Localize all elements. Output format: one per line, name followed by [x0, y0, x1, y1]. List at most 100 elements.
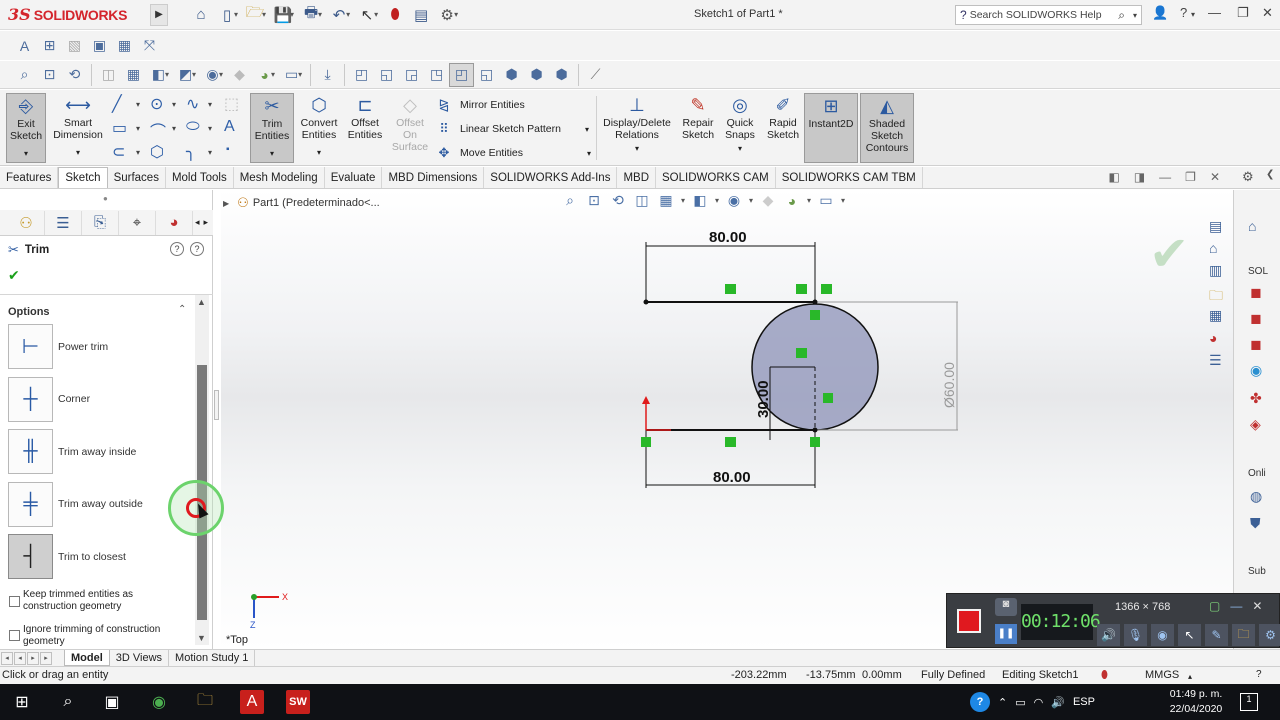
- line-caret-icon[interactable]: ▾: [136, 100, 140, 109]
- convert-caret-icon[interactable]: ▾: [317, 147, 321, 159]
- text-icon[interactable]: A: [224, 118, 235, 136]
- relation-marker-icon[interactable]: [796, 284, 807, 294]
- property-manager-tab-icon[interactable]: ☰: [45, 210, 82, 235]
- ok-check-icon[interactable]: ✔: [8, 267, 20, 284]
- search-icon[interactable]: ⌕: [1118, 8, 1125, 23]
- tile-right-icon[interactable]: ◨: [1134, 170, 1145, 184]
- confirmation-corner-check-icon[interactable]: ✔: [1149, 226, 1189, 282]
- wifi-icon[interactable]: ◠: [1034, 696, 1044, 709]
- tab-solidworks-add-ins[interactable]: SOLIDWORKS Add-Ins: [484, 167, 618, 188]
- repair-sketch-button[interactable]: ✎ Repair Sketch: [677, 93, 719, 163]
- panel-splitter[interactable]: [213, 190, 221, 650]
- file-properties-icon[interactable]: ▤: [408, 3, 434, 27]
- sketch-canvas[interactable]: 80.00 80.00 30.00 Ø60.00 X Z: [221, 190, 1233, 650]
- new-document-caret-icon[interactable]: ▾: [234, 10, 238, 19]
- diameter-dimension[interactable]: Ø60.00: [941, 362, 957, 408]
- tabs-scroll-right-icon[interactable]: ▸: [204, 217, 209, 228]
- user-account-icon[interactable]: 👤: [1152, 5, 1168, 21]
- appearances-icon[interactable]: ◕: [1209, 330, 1217, 346]
- display-delete-relations-button[interactable]: ⊥ Display/Delete Relations ▾: [601, 93, 673, 163]
- tangent-relation-icon[interactable]: [821, 284, 832, 294]
- top-view-icon[interactable]: ◰: [449, 62, 475, 87]
- taskbar-search-icon[interactable]: ⌕: [56, 690, 80, 714]
- bottom-width-dimension[interactable]: 80.00: [713, 469, 751, 486]
- doc-minimize-icon[interactable]: —: [1159, 170, 1171, 184]
- horizontal-relation-icon[interactable]: [725, 284, 736, 294]
- windows-start-icon[interactable]: ⊞: [10, 690, 34, 714]
- help-caret-icon[interactable]: ▾: [1191, 10, 1195, 19]
- home-icon[interactable]: ⌂: [188, 3, 214, 27]
- offset-entities-button[interactable]: ⊏ Offset Entities: [343, 93, 387, 163]
- edit-appearance-icon[interactable]: ◆: [227, 63, 252, 87]
- move-caret-icon[interactable]: ▾: [587, 149, 591, 158]
- whats-new-icon[interactable]: ?: [170, 242, 184, 256]
- tp-globe-icon[interactable]: ◍: [1250, 488, 1262, 505]
- folder-icon[interactable]: 🗀: [1232, 624, 1255, 646]
- block-icon[interactable]: ▣: [87, 34, 112, 58]
- apply-scene-caret-icon[interactable]: ▾: [271, 70, 275, 79]
- circle-caret-icon[interactable]: ▾: [172, 100, 176, 109]
- configuration-manager-tab-icon[interactable]: ⎘: [82, 210, 119, 235]
- trim-entities-button[interactable]: ✂ Trim Entities ▾: [250, 93, 294, 163]
- coincident-bottom-icon[interactable]: [810, 437, 820, 447]
- trim-caret-icon[interactable]: ▾: [270, 148, 274, 160]
- cursor-icon[interactable]: ↖: [1178, 624, 1201, 646]
- doc-restore-icon[interactable]: ❐: [1185, 170, 1196, 184]
- line-icon[interactable]: ╱: [112, 94, 122, 114]
- first-tab-icon[interactable]: ◂: [1, 651, 13, 665]
- taskbar-clock[interactable]: 01:49 p. m. 22/04/2020: [1168, 687, 1224, 717]
- previous-view-icon[interactable]: ⟲: [62, 63, 87, 87]
- check-sketch-icon[interactable]: ▦: [112, 34, 137, 58]
- speaker-icon[interactable]: 🔊: [1097, 624, 1120, 646]
- vertical-relation-icon[interactable]: [823, 393, 833, 403]
- smart-dimension-caret-icon[interactable]: ▾: [76, 147, 80, 159]
- tabs-scroll-left-icon[interactable]: ◂: [195, 217, 200, 228]
- record-stop-button[interactable]: [957, 609, 981, 633]
- tp-red-cube-icon-2[interactable]: ◼: [1250, 310, 1262, 327]
- help-search-box[interactable]: ? Search SOLIDWORKS Help ⌕ ▾: [955, 5, 1142, 25]
- exit-sketch-button[interactable]: ⎆ Exit Sketch ▾: [6, 93, 46, 163]
- hide-show-caret-icon[interactable]: ▾: [219, 70, 223, 79]
- scale-sketch-icon[interactable]: ⤧: [137, 34, 162, 58]
- power-trim-button[interactable]: ⊢: [8, 324, 53, 369]
- ignore-construction-checkbox[interactable]: [9, 630, 20, 641]
- add-relation-icon[interactable]: ⊞: [37, 34, 62, 58]
- tab-mbd-dimensions[interactable]: MBD Dimensions: [382, 167, 485, 188]
- panel-grip-icon[interactable]: ●: [103, 194, 108, 203]
- dynamic-annotation-icon[interactable]: ▦: [121, 63, 146, 87]
- point-icon[interactable]: ▪: [226, 144, 230, 155]
- tab-features[interactable]: Features: [0, 167, 59, 188]
- ellipse-caret-icon[interactable]: ▾: [208, 124, 212, 133]
- view-orientation-caret-icon[interactable]: ▾: [165, 70, 169, 79]
- file-explorer-taskbar-icon[interactable]: 🗀: [193, 690, 217, 714]
- sketch-text-icon[interactable]: A: [12, 34, 37, 58]
- back-view-icon[interactable]: ◱: [374, 63, 399, 87]
- spline-icon[interactable]: ∿: [186, 94, 199, 114]
- exit-sketch-caret-icon[interactable]: ▾: [24, 148, 28, 160]
- rapid-sketch-button[interactable]: ✐ Rapid Sketch: [764, 93, 802, 163]
- coincident-relation-icon[interactable]: [810, 310, 820, 320]
- move-entities-button[interactable]: ✥ Move Entities ▾: [436, 145, 592, 161]
- coincident-origin-icon[interactable]: [641, 437, 651, 447]
- solidworks-logo[interactable]: 3S SOLIDWORKS: [0, 0, 150, 30]
- design-library-icon[interactable]: ▥: [1209, 262, 1222, 279]
- sketch-fillet-icon[interactable]: ╮: [186, 142, 196, 162]
- rectangle-icon[interactable]: ▭: [112, 118, 127, 138]
- help-icon[interactable]: ?: [1180, 5, 1187, 20]
- endpoint[interactable]: [812, 299, 818, 305]
- ellipse-icon[interactable]: ⬭: [186, 118, 200, 136]
- measure-icon[interactable]: ⟋: [583, 63, 608, 87]
- zoom-to-fit-icon[interactable]: ⌕: [12, 63, 37, 87]
- chrome-icon[interactable]: ◉: [147, 690, 171, 714]
- minimize-window-icon[interactable]: —: [1208, 5, 1221, 20]
- recorder-area-icon[interactable]: ▢: [1209, 599, 1220, 613]
- isometric-view-icon[interactable]: ⬢: [499, 63, 524, 87]
- snaps-caret-icon[interactable]: ▾: [738, 143, 742, 155]
- splitter-grip[interactable]: [214, 390, 219, 420]
- tp-red-cube-icon-3[interactable]: ◼: [1250, 336, 1262, 353]
- circle-icon[interactable]: ⊙: [150, 94, 163, 114]
- select-caret-icon[interactable]: ▾: [374, 10, 378, 19]
- tp-red-icon[interactable]: ✤: [1250, 390, 1262, 407]
- task-pane-home-icon[interactable]: ⚙: [1242, 169, 1254, 185]
- fillet-caret-icon[interactable]: ▾: [208, 148, 212, 157]
